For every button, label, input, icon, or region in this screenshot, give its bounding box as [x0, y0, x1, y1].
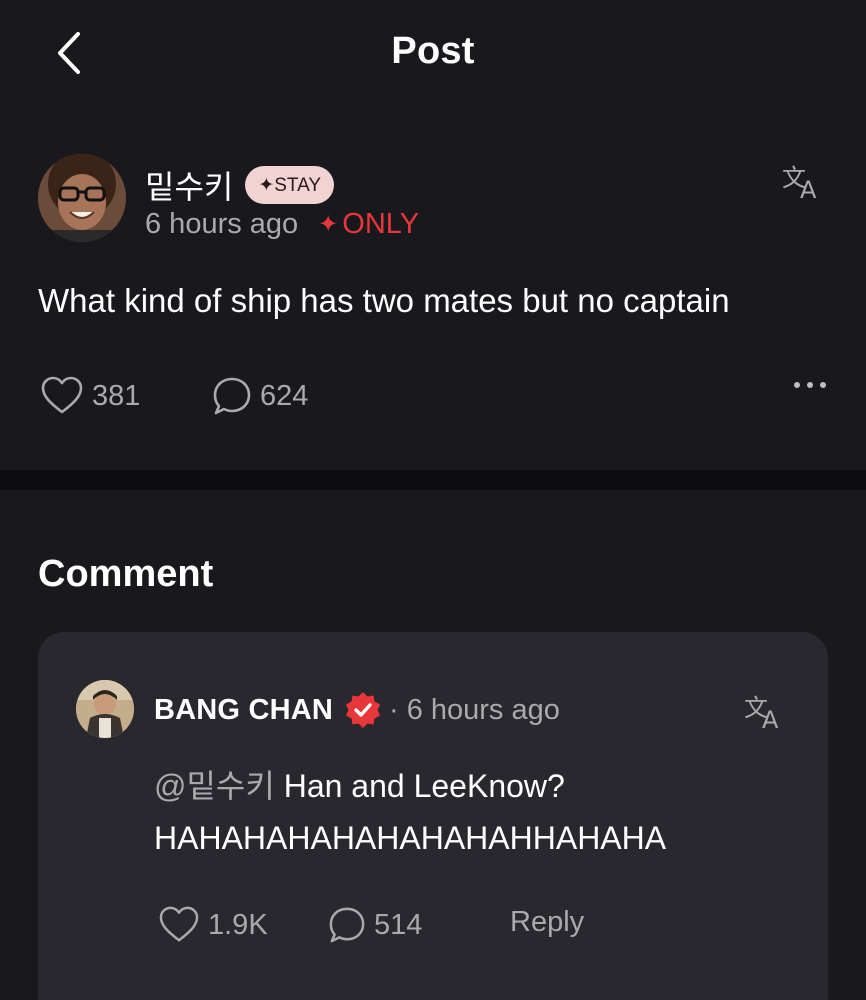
translate-icon[interactable]: 文 A	[744, 690, 786, 735]
comment-line: HAHAHAHAHAHAHAHAHHAHAHA	[154, 820, 667, 856]
dot-icon	[820, 382, 826, 388]
like-button[interactable]: 381	[40, 376, 140, 416]
comment-separator: ·	[389, 693, 399, 726]
comment-like-button[interactable]: 1.9K	[158, 906, 268, 944]
heart-icon	[159, 906, 199, 942]
comment-actions: 1.9K 514 Reply	[158, 906, 758, 948]
comment-body: @밑수키 Han and LeeKnow? HAHAHAHAHAHAHAHAHH…	[154, 760, 794, 864]
more-options-button[interactable]	[794, 382, 826, 388]
comment-icon	[329, 907, 365, 943]
comment-time: 6 hours ago	[406, 693, 560, 726]
avatar[interactable]	[76, 680, 134, 738]
avatar[interactable]	[38, 154, 126, 242]
comments-heading: Comment	[38, 553, 214, 595]
comment-reply-count-button[interactable]: 514	[328, 906, 422, 944]
comment-card: BANG CHAN · 6 hours ago 文 A @밑수키 Han and…	[38, 632, 828, 1000]
comment-author[interactable]: BANG CHAN	[154, 694, 333, 727]
post: 밑수키 ✦STAY 6 hours ago ✦ ONLY 文 A What ki…	[0, 140, 866, 470]
reply-button[interactable]: Reply	[510, 906, 584, 939]
post-meta: 6 hours ago ✦ ONLY	[145, 208, 419, 241]
like-count: 381	[92, 379, 141, 412]
section-divider	[0, 470, 866, 490]
post-time: 6 hours ago	[145, 208, 299, 240]
post-screen: Post 밑수키 ✦STAY 6 hours ago ✦ ONLY 文 A Wh…	[0, 0, 866, 1000]
heart-icon	[41, 376, 83, 414]
mention-link[interactable]: @밑수키	[154, 768, 275, 804]
sparkle-icon: ✦	[318, 211, 339, 238]
verified-badge-icon	[343, 690, 383, 730]
top-bar: Post	[0, 0, 866, 110]
post-actions: 381 624	[40, 376, 826, 416]
only-text: ONLY	[342, 208, 420, 240]
svg-text:A: A	[762, 706, 779, 730]
author-name[interactable]: 밑수키	[145, 162, 233, 208]
comment-reply-count: 514	[374, 908, 423, 941]
comment-count: 624	[260, 379, 309, 412]
dot-icon	[807, 382, 813, 388]
dot-icon	[794, 382, 800, 388]
comment-like-count: 1.9K	[208, 908, 268, 941]
svg-text:A: A	[800, 176, 817, 200]
comment-header: BANG CHAN · 6 hours ago	[154, 690, 560, 730]
comment-text: Han and LeeKnow?	[283, 768, 565, 804]
translate-icon[interactable]: 文 A	[782, 160, 824, 205]
stay-badge: ✦STAY	[245, 166, 335, 204]
comment-line: @밑수키 Han and LeeKnow?	[154, 760, 794, 812]
only-label: ✦ ONLY	[318, 208, 419, 241]
page-title: Post	[391, 30, 475, 72]
comment-icon	[213, 377, 251, 415]
comment-button[interactable]: 624	[212, 376, 308, 416]
post-body: What kind of ship has two mates but no c…	[38, 282, 730, 319]
post-author-row: 밑수키 ✦STAY	[145, 162, 335, 208]
